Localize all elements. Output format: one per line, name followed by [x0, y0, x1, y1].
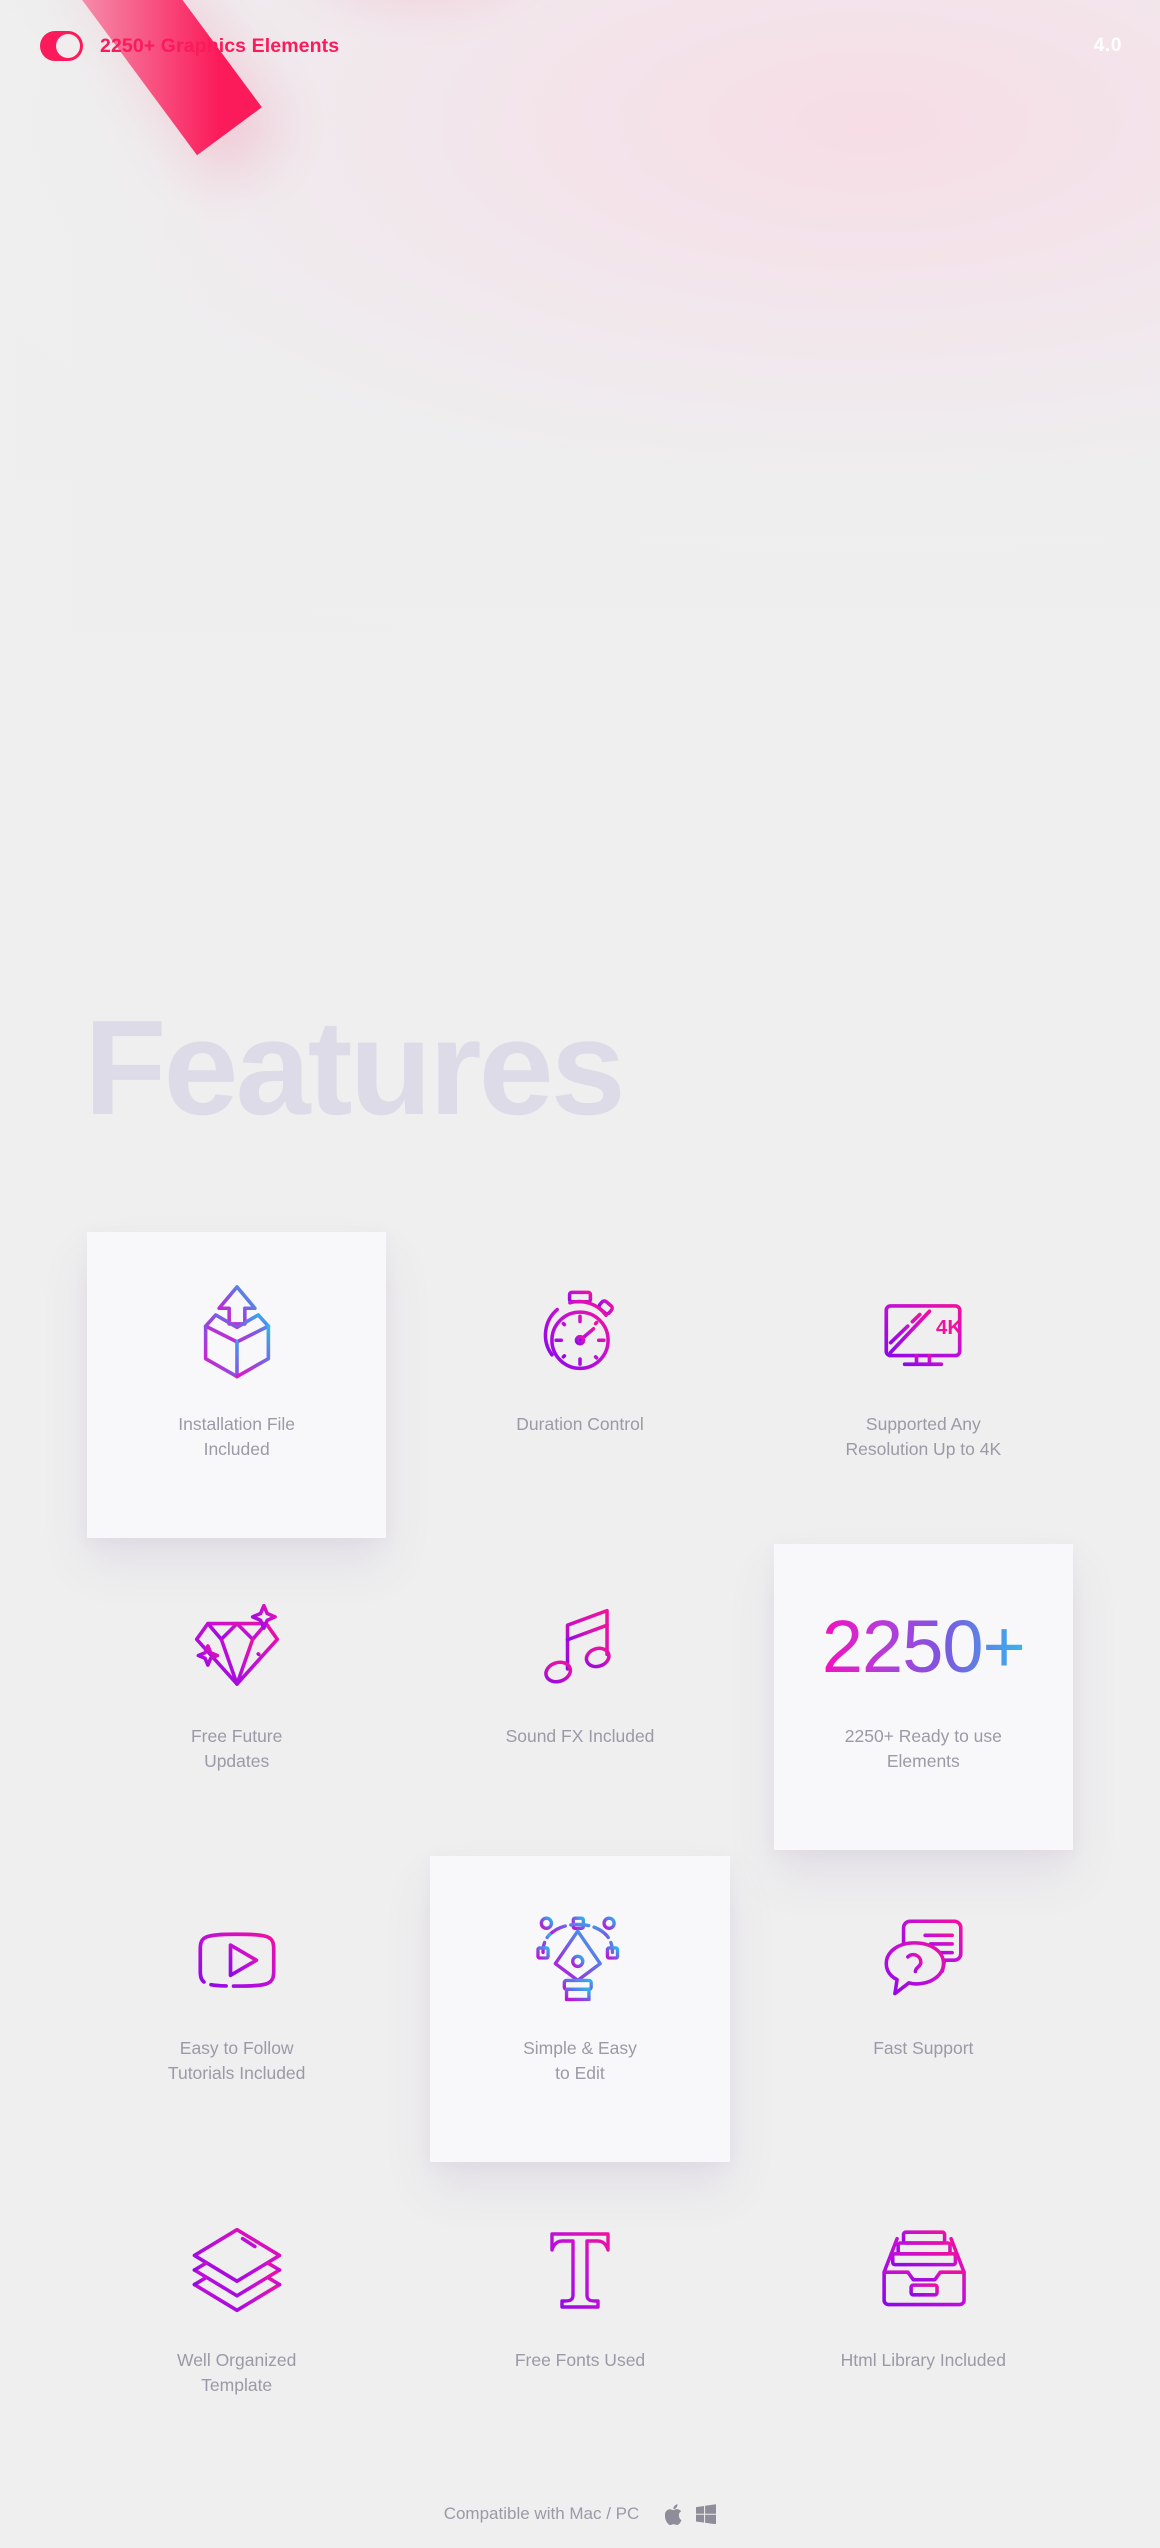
feature-label: Easy to Follow Tutorials Included — [167, 2038, 306, 2083]
platform-icons — [665, 2503, 717, 2525]
apple-logo-icon — [665, 2503, 682, 2525]
toggle-pill-icon — [40, 31, 83, 61]
diamond-sparkle-icon — [181, 1580, 293, 1712]
video-play-icon — [183, 1892, 291, 2024]
features-grid: Installation File Included Duration Cont… — [65, 1232, 1095, 2488]
feature-label: Fast Support — [873, 2038, 974, 2058]
feature-card-duration-control[interactable]: Duration Control — [408, 1240, 751, 1552]
features-section: Features Installation File Included Dura… — [0, 680, 1160, 2548]
top-bar: 2250+ Graphics Elements 4.0 — [0, 0, 1160, 92]
footer-bar: Compatible with Mac / PC — [0, 2480, 1160, 2548]
compatibility-text: Compatible with Mac / PC — [443, 2504, 640, 2523]
chat-bubbles-question-icon — [869, 1892, 977, 2024]
hero-left-fade — [0, 0, 220, 680]
brand-block: 2250+ Graphics Elements — [40, 31, 339, 61]
pen-tool-icon — [524, 1892, 636, 2024]
features-heading: Features — [84, 992, 626, 1143]
feature-label: Simple & Easy to Edit — [523, 2038, 637, 2083]
feature-card-easy-edit[interactable]: Simple & Easy to Edit — [408, 1856, 751, 2176]
brand-tagline: 2250+ Graphics Elements — [100, 34, 340, 57]
feature-card-elements-count[interactable]: 2250+ 2250+ Ready to use Elements — [752, 1544, 1095, 1864]
feature-card-installation-file[interactable]: Installation File Included — [65, 1232, 408, 1552]
svg-text:4K: 4K — [936, 1316, 962, 1339]
file-drawer-icon — [869, 2204, 977, 2336]
feature-card-free-updates[interactable]: Free Future Updates — [65, 1552, 408, 1864]
version-badge: 4.0 — [1093, 35, 1122, 56]
monitor-4k-icon: 4K — [869, 1268, 977, 1400]
feature-card-resolution-4k[interactable]: 4K Supported Any Resolution Up to 4K — [752, 1240, 1095, 1552]
elements-count-value: 2250+ — [822, 1580, 1026, 1712]
feature-label: Duration Control — [516, 1414, 644, 1434]
stopwatch-icon — [528, 1268, 632, 1400]
feature-card-sound-fx[interactable]: Sound FX Included — [408, 1552, 751, 1864]
feature-label: 2250+ Ready to use Elements — [844, 1726, 1002, 1771]
windows-logo-icon — [696, 2504, 717, 2524]
feature-label: Installation File Included — [178, 1414, 296, 1459]
feature-label: Free Fonts Used — [514, 2350, 646, 2370]
feature-label: Html Library Included — [840, 2350, 1006, 2370]
layers-stack-icon — [181, 2204, 293, 2336]
serif-t-icon — [530, 2204, 630, 2336]
feature-card-html-library[interactable]: Html Library Included — [752, 2176, 1095, 2488]
hero-bottom-fade — [0, 430, 1160, 680]
feature-label: Sound FX Included — [505, 1726, 655, 1746]
feature-card-fast-support[interactable]: Fast Support — [752, 1864, 1095, 2176]
feature-card-organized-template[interactable]: Well Organized Template — [65, 2176, 408, 2488]
feature-card-free-fonts[interactable]: Free Fonts Used — [408, 2176, 751, 2488]
open-box-upload-icon — [181, 1268, 293, 1400]
feature-label: Supported Any Resolution Up to 4K — [845, 1414, 1002, 1459]
feature-card-tutorials[interactable]: Easy to Follow Tutorials Included — [65, 1864, 408, 2176]
hero-banner: TOKO — [0, 0, 1160, 680]
feature-label: Free Future Updates — [190, 1726, 283, 1771]
music-note-icon — [528, 1580, 632, 1712]
feature-label: Well Organized Template — [177, 2350, 297, 2395]
